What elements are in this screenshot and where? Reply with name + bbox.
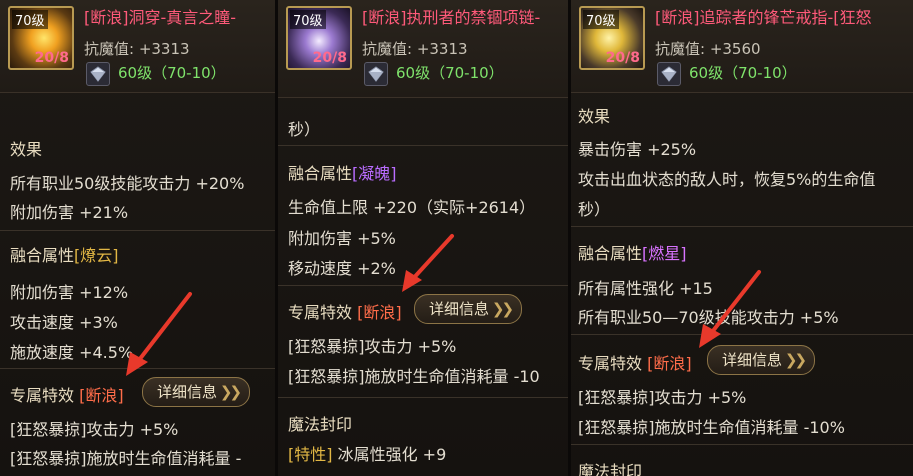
item-icon-necklace[interactable]: 70级 20/8 — [286, 6, 352, 70]
special-header: 专属特效 [断浪] — [578, 350, 692, 374]
item-name: 洞穿-真言之瞳- — [128, 8, 237, 27]
fusion-line: 附加伤害 +12% — [10, 283, 129, 302]
diamond-icon — [657, 62, 681, 86]
item-icon-eye[interactable]: 70级 20/8 — [8, 6, 74, 70]
detail-info-button[interactable]: 详细信息 ❯❯ — [707, 345, 816, 375]
effect-line: 附加伤害 +21% — [10, 203, 129, 222]
fusion-label: 融合属性 — [288, 164, 353, 183]
divider — [0, 368, 275, 369]
item-title: [断浪]执刑者的禁锢项链- — [362, 4, 540, 28]
item-tooltip-2: 70级 20/8 [断浪]执刑者的禁锢项链- 抗魔值: +3313 60级（70… — [278, 0, 568, 476]
special-label: 专属特效 — [288, 303, 353, 322]
item-level: 70级 — [12, 10, 48, 29]
double-chevron-icon: ❯❯ — [491, 300, 514, 318]
special-header: 专属特效 [断浪] — [10, 382, 124, 406]
fusion-tag: [凝魄] — [352, 164, 397, 183]
item-title: [断浪]追踪者的锋芒戒指-[狂怒 — [655, 4, 872, 28]
fusion-line: 所有属性强化 +15 — [578, 279, 713, 298]
resist-value: 抗魔值: +3313 — [362, 40, 468, 58]
divider — [571, 226, 913, 227]
item-tooltip-3: 70级 20/8 [断浪]追踪者的锋芒戒指-[狂怒 抗魔值: +3560 60级… — [571, 0, 913, 476]
detail-button-label: 详细信息 — [722, 351, 783, 369]
stack-count: 20/8 — [312, 50, 347, 66]
divider — [278, 397, 568, 398]
special-line: [狂怒暴掠]攻击力 +5% — [288, 337, 457, 356]
level-range: 60级（70-10） — [396, 64, 504, 82]
double-chevron-icon: ❯❯ — [784, 351, 807, 369]
magic-seal-title: 魔法封印 — [288, 415, 353, 434]
fusion-header: 融合属性[燃星] — [578, 240, 687, 264]
fusion-label: 融合属性 — [578, 244, 643, 263]
special-line: [狂怒暴掠]攻击力 +5% — [578, 388, 747, 407]
double-chevron-icon: ❯❯ — [219, 383, 242, 401]
item-tag: [断浪] — [655, 8, 700, 27]
fusion-line: 附加伤害 +5% — [288, 229, 396, 248]
fusion-line: 攻击速度 +3% — [10, 313, 118, 332]
resist-value: 抗魔值: +3560 — [655, 40, 761, 58]
fusion-line: 移动速度 +2% — [288, 259, 396, 278]
divider — [571, 334, 913, 335]
detail-info-button[interactable]: 详细信息 ❯❯ — [414, 294, 523, 324]
special-line: [狂怒暴掠]攻击力 +5% — [10, 420, 179, 439]
detail-info-button[interactable]: 详细信息 ❯❯ — [142, 377, 251, 407]
divider — [0, 230, 275, 231]
fusion-line: 所有职业50—70级技能攻击力 +5% — [578, 308, 839, 327]
special-line: [狂怒暴掠]施放时生命值消耗量 -10% — [578, 418, 845, 437]
fusion-header: 融合属性[凝魄] — [288, 160, 397, 184]
item-title: [断浪]洞穿-真言之瞳- — [84, 4, 236, 28]
special-header: 专属特效 [断浪] — [288, 299, 402, 323]
special-tag: [断浪] — [357, 303, 402, 322]
divider — [278, 285, 568, 286]
special-tag: [断浪] — [79, 386, 124, 405]
item-icon-ring[interactable]: 70级 20/8 — [579, 6, 645, 70]
item-tag: [断浪] — [362, 8, 407, 27]
effect-line: 所有职业50级技能攻击力 +20% — [10, 174, 245, 193]
stack-count: 20/8 — [34, 50, 69, 66]
annotation-arrow — [402, 234, 454, 292]
detail-button-label: 详细信息 — [429, 300, 490, 318]
diamond-icon — [364, 62, 388, 86]
detail-button-label: 详细信息 — [157, 383, 218, 401]
diamond-icon — [86, 62, 110, 86]
tooltip-header: 70级 20/8 [断浪]洞穿-真言之瞳- 抗魔值: +3313 60级（70-… — [0, 0, 275, 93]
fusion-label: 融合属性 — [10, 246, 75, 265]
item-tooltip-1: 70级 20/8 [断浪]洞穿-真言之瞳- 抗魔值: +3313 60级（70-… — [0, 0, 275, 476]
effect-line: 暴击伤害 +25% — [578, 140, 697, 159]
effect-title: 效果 — [10, 140, 43, 159]
tooltip-header: 70级 20/8 [断浪]执刑者的禁锢项链- 抗魔值: +3313 60级（70… — [278, 0, 568, 98]
seal-tag: [特性] — [288, 445, 333, 464]
special-line: [狂怒暴掠]施放时生命值消耗量 -10 — [288, 367, 540, 386]
effect-line: 攻击出血状态的敌人时，恢复5%的生命值 — [578, 170, 876, 189]
continued-text: 秒） — [288, 120, 321, 139]
tooltip-header: 70级 20/8 [断浪]追踪者的锋芒戒指-[狂怒 抗魔值: +3560 60级… — [571, 0, 913, 93]
effect-title: 效果 — [578, 107, 611, 126]
annotation-arrow — [126, 292, 192, 376]
fusion-line: 生命值上限 +220（实际+2614） — [288, 198, 536, 217]
fusion-line: 施放速度 +4.5% — [10, 343, 134, 362]
resist-value: 抗魔值: +3313 — [84, 40, 190, 58]
stack-count: 20/8 — [605, 50, 640, 66]
item-level: 70级 — [583, 10, 619, 29]
special-label: 专属特效 — [578, 354, 643, 373]
effect-line: 秒） — [578, 200, 611, 219]
item-tag: [断浪] — [84, 8, 129, 27]
divider — [571, 444, 913, 445]
fusion-tag: [燎云] — [74, 246, 119, 265]
divider — [278, 145, 568, 146]
level-range: 60级（70-10） — [118, 64, 226, 82]
item-level: 70级 — [290, 10, 326, 29]
seal-text: 冰属性强化 +9 — [332, 445, 447, 464]
item-name: 执刑者的禁锢项链- — [406, 8, 541, 27]
special-line: [狂怒暴掠]施放时生命值消耗量 - — [10, 449, 242, 468]
level-range: 60级（70-10） — [689, 64, 797, 82]
special-tag: [断浪] — [647, 354, 692, 373]
fusion-header: 融合属性[燎云] — [10, 242, 119, 266]
magic-seal-line: [特性] 冰属性强化 +9 — [288, 441, 446, 465]
magic-seal-title: 魔法封印 — [578, 462, 643, 476]
item-name: 追踪者的锋芒戒指-[狂怒 — [699, 8, 872, 27]
special-label: 专属特效 — [10, 386, 75, 405]
fusion-tag: [燃星] — [642, 244, 687, 263]
